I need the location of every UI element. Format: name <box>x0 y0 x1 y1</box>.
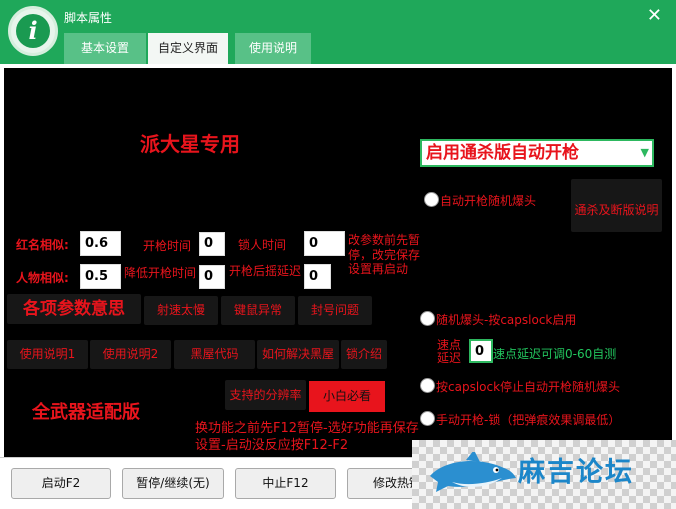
panel-heading: 派大星专用 <box>140 132 240 156</box>
resolution-button[interactable]: 支持的分辨率 <box>225 380 306 410</box>
usage-guide-2-button[interactable]: 使用说明2 <box>90 340 171 369</box>
manual-fire-label: 手动开枪-锁（把弹痕效果调最低） <box>436 413 621 427</box>
manual-fire-radio[interactable] <box>420 411 435 426</box>
usage-guide-1-button[interactable]: 使用说明1 <box>7 340 88 369</box>
kill-version-button[interactable]: 通杀及断版说明 <box>571 179 662 232</box>
person-input[interactable]: 0.5 <box>80 264 121 289</box>
ban-issue-button[interactable]: 封号问题 <box>298 296 372 325</box>
fix-blackroom-button[interactable]: 如何解决黑屋 <box>257 340 339 369</box>
tab-custom-ui[interactable]: 自定义界面 <box>148 33 228 64</box>
title-bar: i 脚本属性 ✕ 基本设置 自定义界面 使用说明 <box>0 0 676 64</box>
lower-fire-label: 降低开枪时间 <box>124 266 197 280</box>
blackroom-code-button[interactable]: 黑屋代码 <box>174 340 255 369</box>
watermark-text: 麻吉论坛 <box>518 457 634 488</box>
custom-ui-panel: 派大星专用 启用通杀版自动开枪 ▼ 红名相似: 0.6 开枪时间 0 锁人时间 … <box>4 68 672 457</box>
lower-fire-input[interactable]: 0 <box>199 265 225 289</box>
mode-select-value: 启用通杀版自动开枪 <box>426 143 579 163</box>
lock-time-input[interactable]: 0 <box>304 231 345 256</box>
newbie-must-read-button[interactable]: 小白必看 <box>309 381 385 412</box>
fire-time-input[interactable]: 0 <box>199 232 225 256</box>
post-fire-delay-input[interactable]: 0 <box>304 264 331 289</box>
close-icon[interactable]: ✕ <box>647 5 662 26</box>
red-name-input[interactable]: 0.6 <box>80 231 121 256</box>
mode-select[interactable]: 启用通杀版自动开枪 ▼ <box>420 139 654 167</box>
window-title: 脚本属性 <box>64 11 113 25</box>
post-fire-delay-label: 开枪后摇延迟 <box>229 264 302 278</box>
speed-delay-label: 速点延迟 <box>437 338 462 365</box>
forum-watermark: 麻吉论坛 <box>412 440 676 509</box>
caps-stop-label: 按capslock停止自动开枪随机爆头 <box>436 380 621 394</box>
random-burst-caps-radio[interactable] <box>420 311 435 326</box>
tab-basic-settings[interactable]: 基本设置 <box>64 33 146 64</box>
chevron-down-icon: ▼ <box>640 146 649 159</box>
lock-time-label: 锁人时间 <box>238 238 287 252</box>
start-button[interactable]: 启动F2 <box>11 468 111 499</box>
speed-delay-hint: 速点延迟可调0-60自测 <box>493 347 617 361</box>
speed-delay-input[interactable]: 0 <box>469 339 493 363</box>
lock-intro-button[interactable]: 锁介绍 <box>341 340 387 369</box>
save-note: 改参数前先暂停，改完保存设置再启动 <box>348 233 421 276</box>
caps-stop-radio[interactable] <box>420 378 435 393</box>
params-meaning-button[interactable]: 各项参数意思 <box>7 294 141 324</box>
shark-icon <box>430 452 516 492</box>
random-burst-caps-label: 随机爆头-按capslock启用 <box>436 313 577 327</box>
person-label: 人物相似: <box>16 271 69 285</box>
all-weapons-heading: 全武器适配版 <box>32 402 140 423</box>
fire-time-label: 开枪时间 <box>143 239 192 253</box>
auto-fire-random-burst-radio[interactable] <box>424 192 439 207</box>
info-icon: i <box>8 6 58 56</box>
stop-button[interactable]: 中止F12 <box>235 468 336 499</box>
switch-note: 换功能之前先F12暂停-选好功能再保存设置-启动没反应按F12-F2 <box>195 421 419 453</box>
keyboard-mouse-issue-button[interactable]: 键鼠异常 <box>221 296 295 325</box>
fire-rate-slow-button[interactable]: 射速太慢 <box>144 296 218 325</box>
tab-usage-guide[interactable]: 使用说明 <box>235 33 311 64</box>
red-name-label: 红名相似: <box>16 238 69 252</box>
auto-fire-random-burst-label: 自动开枪随机爆头 <box>440 194 537 208</box>
pause-resume-button[interactable]: 暂停/继续(无) <box>122 468 224 499</box>
